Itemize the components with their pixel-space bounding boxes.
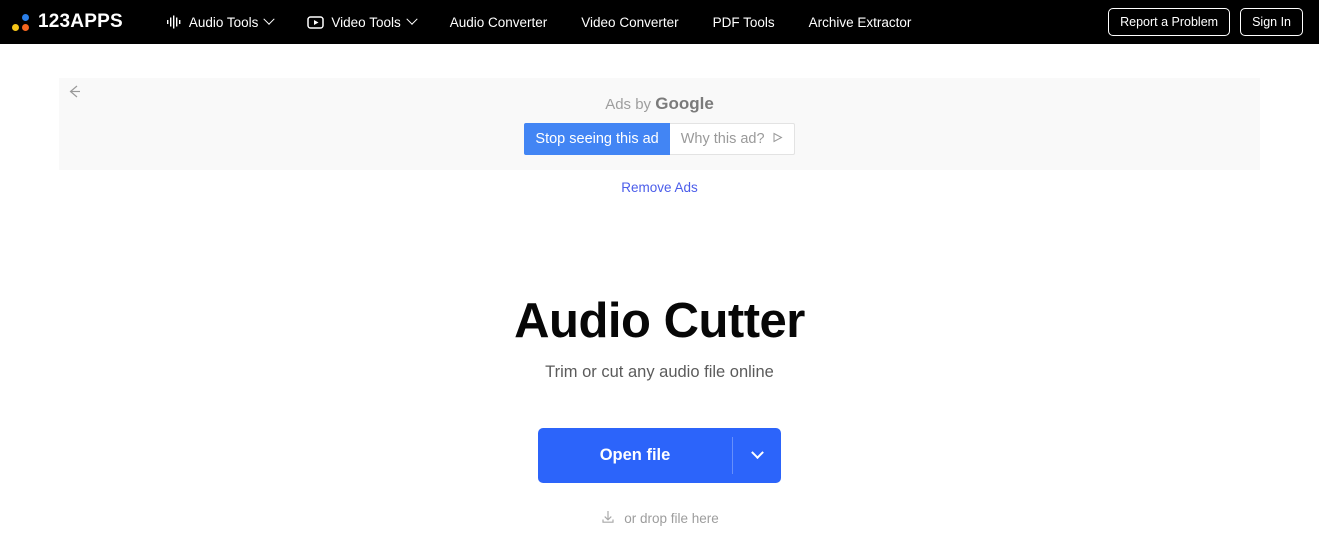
ads-by-prefix: Ads by	[605, 96, 656, 113]
report-problem-button[interactable]: Report a Problem	[1108, 8, 1231, 36]
nav-items: Audio Tools Video Tools Audio Converter …	[149, 0, 929, 44]
nav-item-label: PDF Tools	[712, 14, 775, 30]
chevron-down-icon	[750, 446, 764, 460]
nav-item-label: Archive Extractor	[808, 14, 912, 30]
nav-item-audio-tools[interactable]: Audio Tools	[149, 0, 291, 44]
download-icon	[600, 509, 616, 528]
nav-item-label: Audio Tools	[188, 14, 259, 30]
logo-dot-yellow	[12, 23, 19, 31]
ad-actions: Stop seeing this ad Why this ad?	[59, 123, 1260, 155]
hero-section: Audio Cutter Trim or cut any audio file …	[0, 293, 1319, 382]
nav-item-label: Video Converter	[581, 14, 679, 30]
logo-dot-blue	[22, 13, 29, 21]
why-this-ad-label: Why this ad?	[680, 131, 765, 147]
logo-text: 123APPS	[38, 11, 123, 32]
open-file-dropdown-button[interactable]	[733, 428, 781, 483]
stop-seeing-this-ad-button[interactable]: Stop seeing this ad	[524, 123, 670, 155]
nav-item-label: Audio Converter	[449, 14, 548, 30]
video-play-icon	[307, 14, 325, 31]
nav-item-pdf-tools[interactable]: PDF Tools	[696, 0, 792, 44]
drop-file-hint: or drop file here	[0, 509, 1319, 528]
logo-dot-orange	[22, 23, 29, 31]
open-file-row: Open file	[0, 428, 1319, 483]
why-this-ad-button[interactable]: Why this ad?	[669, 123, 795, 155]
open-file-split-button[interactable]: Open file	[537, 428, 782, 483]
ads-by-google-label: Ads by Google	[59, 94, 1260, 114]
nav-item-video-converter[interactable]: Video Converter	[564, 0, 695, 44]
drop-file-hint-label: or drop file here	[624, 511, 719, 526]
chevron-down-icon	[406, 13, 418, 25]
page-subtitle: Trim or cut any audio file online	[545, 363, 774, 381]
ads-by-brand: Google	[655, 94, 714, 113]
nav-item-audio-converter[interactable]: Audio Converter	[433, 0, 565, 44]
triangle-play-icon	[772, 131, 783, 147]
advertisement-block: Ads by Google Stop seeing this ad Why th…	[59, 78, 1260, 195]
open-file-button[interactable]: Open file	[538, 428, 733, 483]
ad-panel: Ads by Google Stop seeing this ad Why th…	[59, 78, 1260, 170]
page-title: Audio Cutter	[514, 294, 805, 348]
nav-item-archive-extractor[interactable]: Archive Extractor	[792, 0, 929, 44]
logo-123apps[interactable]: 123APPS	[12, 11, 123, 33]
nav-item-label: Video Tools	[331, 14, 401, 30]
sign-in-button[interactable]: Sign In	[1240, 8, 1303, 36]
remove-ads-link[interactable]: Remove Ads	[59, 180, 1260, 195]
top-navigation-bar: 123APPS Audio Tools Video Tools Audio Co…	[0, 0, 1319, 44]
nav-right-actions: Report a Problem Sign In	[1108, 8, 1303, 36]
nav-item-video-tools[interactable]: Video Tools	[290, 0, 432, 44]
logo-dots-icon	[12, 13, 31, 32]
waveform-icon	[166, 14, 182, 30]
chevron-down-icon	[263, 13, 276, 25]
